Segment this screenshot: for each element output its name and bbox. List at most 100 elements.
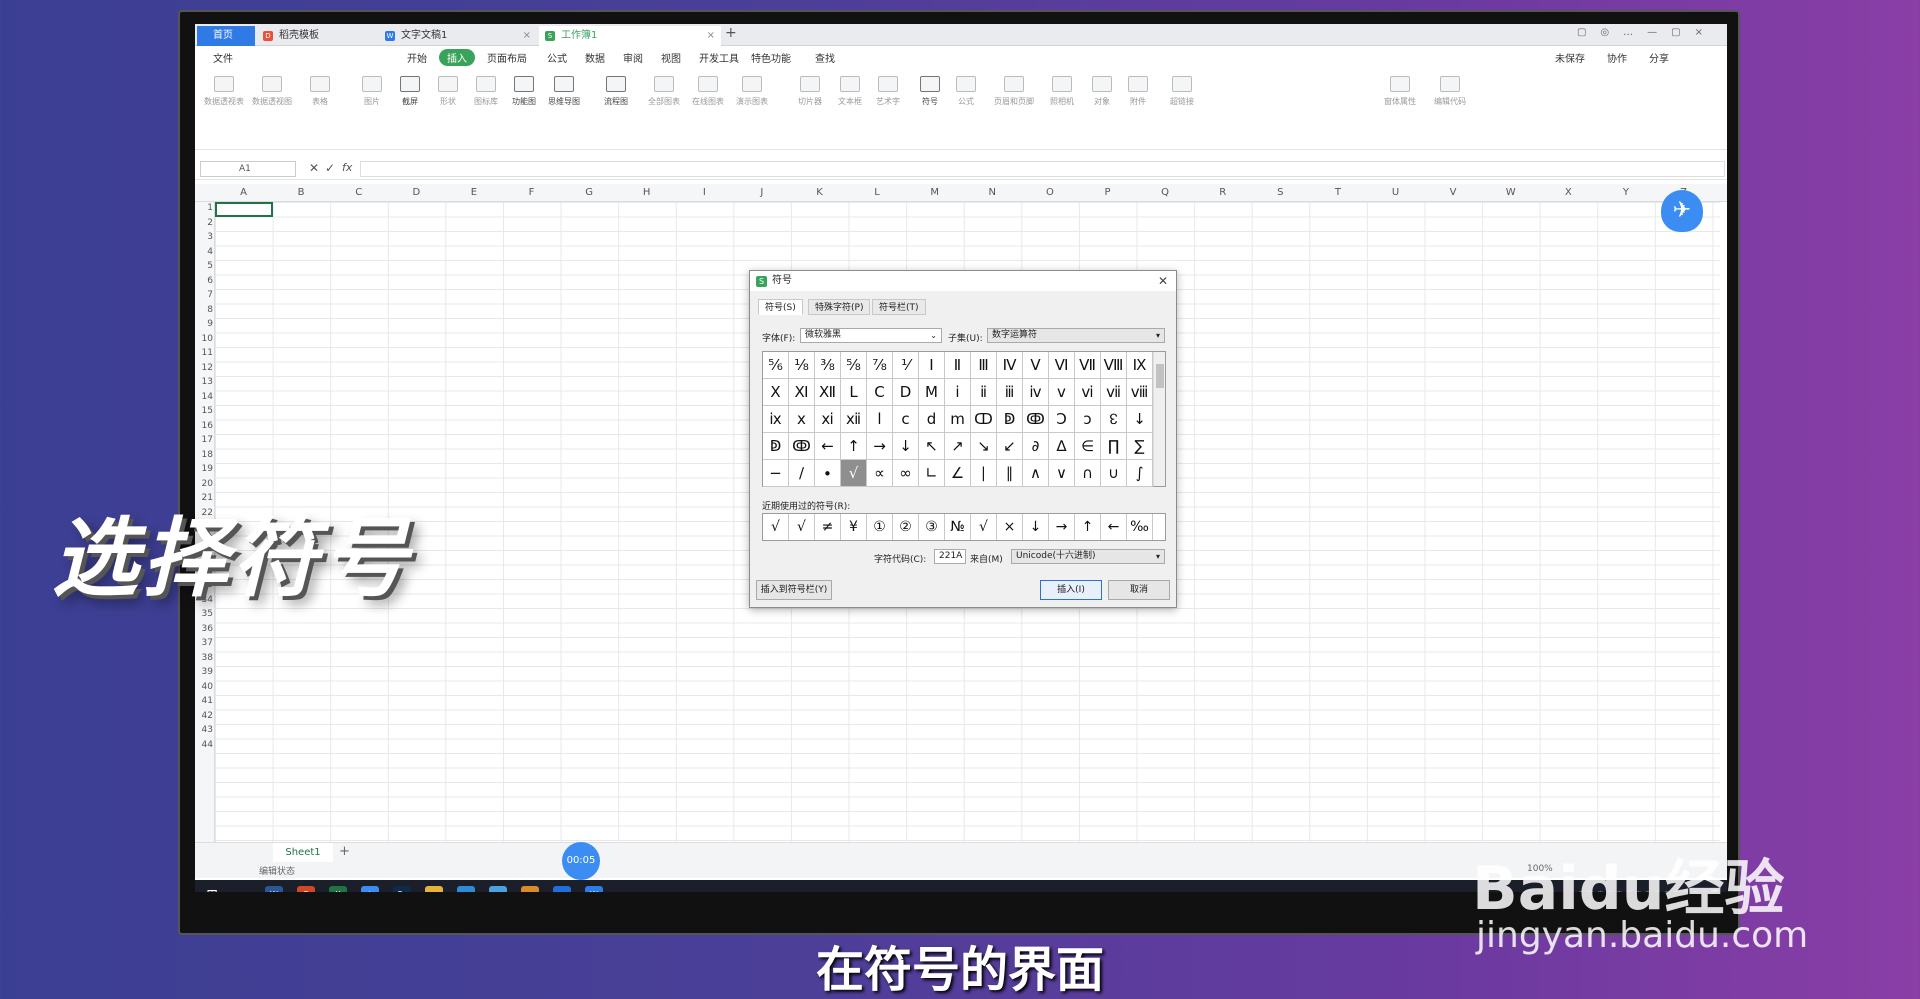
row-label[interactable]: 18 — [195, 450, 213, 460]
symbol-cell[interactable]: Ⅿ — [919, 379, 945, 406]
symbol-cell[interactable]: ← — [815, 433, 841, 460]
symbol-cell[interactable]: √ — [841, 460, 867, 487]
row-label[interactable]: 9 — [195, 319, 213, 329]
symbol-cell[interactable]: Ⅱ — [945, 352, 971, 379]
recent-symbol[interactable]: № — [945, 514, 971, 540]
symbol-cell[interactable]: ⅰ — [945, 379, 971, 406]
recent-symbol[interactable]: ② — [893, 514, 919, 540]
column-label[interactable]: M — [906, 187, 963, 198]
row-label[interactable]: 44 — [195, 740, 213, 750]
symbol-cell[interactable]: ↂ — [789, 433, 815, 460]
tab-home[interactable]: 首页 — [197, 26, 255, 46]
symbol-cell[interactable]: ⅜ — [815, 352, 841, 379]
symbol-cell[interactable]: ⅚ — [763, 352, 789, 379]
recent-symbol[interactable]: ‰ — [1127, 514, 1153, 540]
ribbon-item[interactable]: 数据透视图 — [247, 76, 297, 107]
photoshop-icon[interactable]: Ps — [393, 886, 411, 892]
symbol-cell[interactable]: ∟ — [919, 460, 945, 487]
symbol-scrollbar[interactable] — [1153, 352, 1165, 486]
recent-symbol[interactable]: √ — [763, 514, 789, 540]
symbol-cell[interactable]: Ⅴ — [1023, 352, 1049, 379]
symbol-cell[interactable]: ⅼ — [867, 406, 893, 433]
symbol-cell[interactable]: ∪ — [1101, 460, 1127, 487]
subset-select[interactable]: 数字运算符 ▾ — [987, 328, 1165, 343]
formula-input[interactable] — [360, 161, 1725, 177]
column-label[interactable]: U — [1367, 187, 1424, 198]
tab-writer[interactable]: W 文字文稿1 × — [379, 26, 537, 46]
symbol-cell[interactable]: Ⅻ — [815, 379, 841, 406]
ribbon-item[interactable]: 编辑代码 — [1425, 76, 1475, 107]
cancel-icon[interactable]: ✕ — [309, 161, 319, 175]
column-label[interactable]: B — [273, 187, 330, 198]
insert-to-symbol-bar-button[interactable]: 插入到符号栏(Y) — [756, 580, 832, 600]
ribbon-item[interactable]: 表格 — [295, 76, 345, 107]
symbol-cell[interactable]: ∥ — [997, 460, 1023, 487]
symbol-cell[interactable]: ↘ — [971, 433, 997, 460]
symbol-cell[interactable]: ⅝ — [841, 352, 867, 379]
symbol-cell[interactable]: ⅛ — [789, 352, 815, 379]
symbol-cell[interactable]: ⅱ — [971, 379, 997, 406]
row-label[interactable]: 10 — [195, 334, 213, 344]
recent-symbol[interactable]: ↓ — [1023, 514, 1049, 540]
new-tab-button[interactable]: + — [725, 25, 737, 41]
symbol-cell[interactable]: ∕ — [789, 460, 815, 487]
column-label[interactable]: T — [1309, 187, 1366, 198]
row-label[interactable]: 19 — [195, 464, 213, 474]
symbol-cell[interactable]: ⅷ — [1127, 379, 1153, 406]
row-label[interactable]: 6 — [195, 276, 213, 286]
symbol-cell[interactable]: ↗ — [945, 433, 971, 460]
menu-dev-tools[interactable]: 开发工具 — [699, 50, 739, 65]
row-label[interactable]: 7 — [195, 290, 213, 300]
symbol-cell[interactable]: ↋ — [1101, 406, 1127, 433]
ribbon-item[interactable]: 公式 — [941, 76, 991, 107]
add-sheet-button[interactable]: + — [339, 844, 350, 859]
menu-file[interactable]: 文件 — [213, 50, 233, 65]
row-label[interactable]: 42 — [195, 711, 213, 721]
symbol-cell[interactable]: Ↄ — [1049, 406, 1075, 433]
symbol-cell[interactable]: ⅽ — [893, 406, 919, 433]
row-label[interactable]: 14 — [195, 392, 213, 402]
column-label[interactable]: L — [849, 187, 906, 198]
symbol-cell[interactable]: Ⅳ — [997, 352, 1023, 379]
column-label[interactable]: C — [330, 187, 387, 198]
recent-symbol[interactable]: ↑ — [1075, 514, 1101, 540]
column-label[interactable]: H — [618, 187, 675, 198]
menu-share[interactable]: 分享 — [1649, 50, 1669, 65]
recent-symbol[interactable]: → — [1049, 514, 1075, 540]
symbol-cell[interactable]: ↙ — [997, 433, 1023, 460]
symbol-cell[interactable]: Ⅰ — [919, 352, 945, 379]
column-label[interactable]: G — [561, 187, 618, 198]
tab-symbol-bar[interactable]: 符号栏(T) — [872, 299, 926, 315]
window-controls[interactable]: ▢◎…—▢× — [1577, 27, 1717, 38]
cancel-button[interactable]: 取消 — [1108, 580, 1170, 600]
symbol-cell[interactable]: ↓ — [893, 433, 919, 460]
ribbon-item[interactable]: 窗体属性 — [1375, 76, 1425, 107]
column-label[interactable]: V — [1425, 187, 1482, 198]
name-box[interactable]: A1 — [200, 161, 296, 177]
folder-icon[interactable]: ▬ — [425, 886, 443, 892]
symbol-cell[interactable]: ∂ — [1023, 433, 1049, 460]
column-label[interactable]: N — [964, 187, 1021, 198]
sheet-tab[interactable]: Sheet1 — [273, 843, 333, 862]
fx-icon[interactable]: fx — [342, 161, 352, 174]
row-label[interactable]: 43 — [195, 725, 213, 735]
symbol-cell[interactable]: → — [867, 433, 893, 460]
symbol-cell[interactable]: ↓ — [1127, 406, 1153, 433]
ribbon-item[interactable]: 思维导图 — [539, 76, 589, 107]
close-icon[interactable]: ✕ — [1158, 271, 1168, 291]
ppt-icon[interactable]: P — [297, 886, 315, 892]
menu-formula[interactable]: 公式 — [547, 50, 567, 65]
row-label[interactable]: 1 — [195, 203, 213, 213]
close-icon[interactable]: × — [523, 26, 531, 46]
row-label[interactable]: 20 — [195, 479, 213, 489]
symbol-cell[interactable]: ⅾ — [919, 406, 945, 433]
symbol-cell[interactable]: ⅟ — [893, 352, 919, 379]
insert-button[interactable]: 插入(I) — [1040, 580, 1102, 600]
symbol-cell[interactable]: ↁ — [997, 406, 1023, 433]
row-label[interactable]: 5 — [195, 261, 213, 271]
recent-symbol[interactable]: ① — [867, 514, 893, 540]
row-label[interactable]: 11 — [195, 348, 213, 358]
symbol-cell[interactable]: ⅳ — [1023, 379, 1049, 406]
char-code-input[interactable]: 221A — [934, 549, 966, 564]
column-label[interactable]: O — [1021, 187, 1078, 198]
